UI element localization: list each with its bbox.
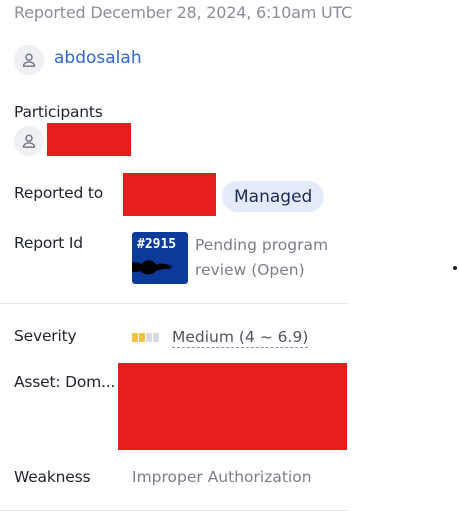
report-id-label: Report Id — [14, 234, 83, 252]
reporter-avatar[interactable] — [14, 45, 44, 75]
severity-meter — [132, 333, 159, 342]
managed-badge: Managed — [222, 181, 325, 212]
report-status: Pending program review (Open) — [195, 236, 329, 279]
weakness-label: Weakness — [14, 468, 91, 486]
scribble-mark — [132, 260, 172, 275]
reporter-username-link[interactable]: abdosalah — [54, 48, 142, 68]
user-icon — [22, 53, 36, 67]
severity-bar-1 — [132, 333, 138, 342]
report-id-badge: #2915 — [137, 237, 177, 252]
participants-label: Participants — [14, 103, 103, 121]
program-name-redaction — [123, 173, 216, 216]
participant-name-redaction — [47, 123, 131, 156]
bottom-divider — [0, 510, 348, 511]
severity-bar-4 — [153, 333, 159, 342]
asset-value-redaction — [118, 363, 347, 450]
program-logo[interactable]: #2915 — [132, 232, 188, 284]
user-icon — [22, 134, 36, 148]
reported-to-label: Reported to — [14, 184, 104, 202]
severity-value[interactable]: Medium (4 ~ 6.9) — [172, 328, 309, 348]
reported-date: Reported December 28, 2024, 6:10am UTC — [14, 3, 353, 22]
bullet-dot — [453, 266, 457, 270]
weakness-value: Improper Authorization — [132, 468, 312, 486]
asset-label: Asset: Dom... — [14, 373, 116, 391]
section-divider — [0, 303, 348, 304]
severity-label: Severity — [14, 327, 77, 345]
participant-avatar[interactable] — [14, 126, 44, 156]
severity-bar-3 — [146, 333, 152, 342]
severity-bar-2 — [139, 333, 145, 342]
